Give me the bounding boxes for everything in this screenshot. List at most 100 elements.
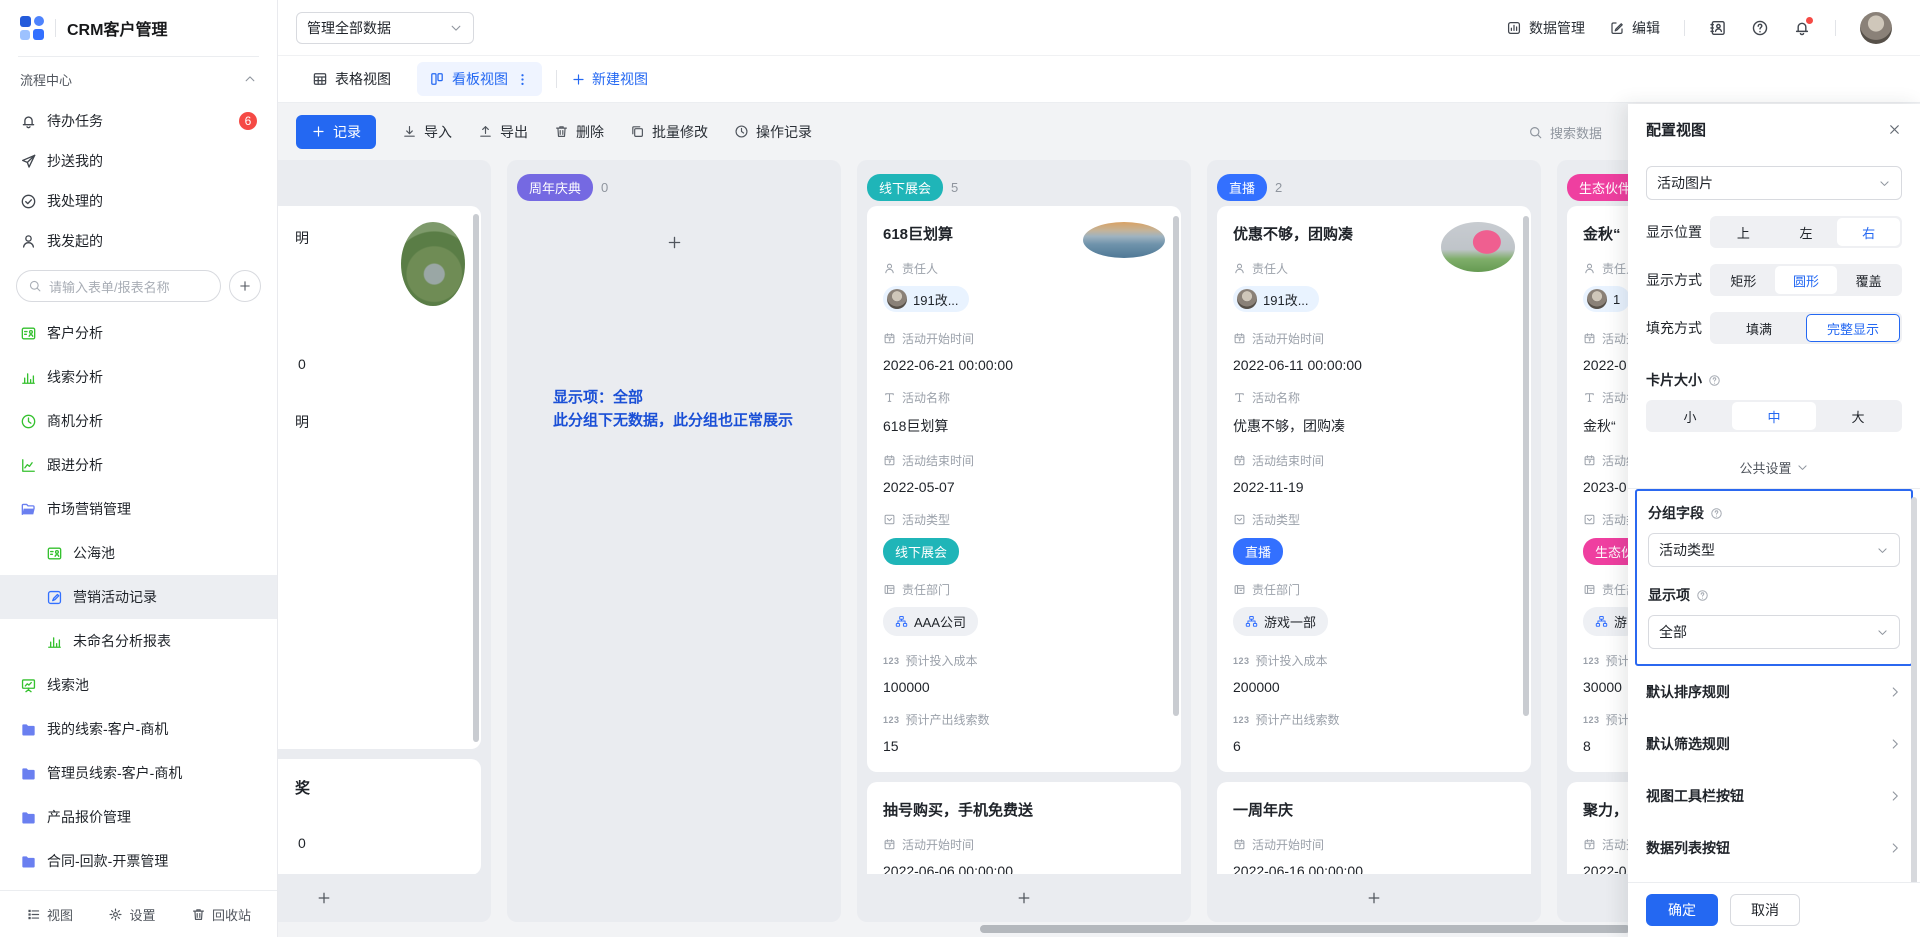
option-填满[interactable]: 填满 xyxy=(1712,314,1806,342)
data-scope-select[interactable]: 管理全部数据 xyxy=(296,12,474,44)
panel-scrollbar[interactable] xyxy=(1911,497,1917,882)
sidebar-item-客户分析[interactable]: 客户分析 xyxy=(0,311,277,355)
toolbar-导出-button[interactable]: 导出 xyxy=(478,122,528,142)
new-view-button[interactable]: 新建视图 xyxy=(571,69,648,89)
panel-nav-默认筛选规则[interactable]: 默认筛选规则 xyxy=(1646,718,1902,770)
sidebar-item-待办任务[interactable]: 待办任务6 xyxy=(0,101,277,141)
add-card-button[interactable] xyxy=(1217,874,1531,922)
sidebar-item-抄送我的[interactable]: 抄送我的 xyxy=(0,141,277,181)
sidebar-item-我处理的[interactable]: 我处理的 xyxy=(0,181,277,221)
footer-视图-button[interactable]: 视图 xyxy=(26,905,73,924)
header-actions: 数据管理 编辑 xyxy=(1506,12,1892,44)
dept-chip[interactable]: AAA公司 xyxy=(883,607,978,636)
cal-icon xyxy=(1583,332,1596,345)
header-action-数据管理[interactable]: 数据管理 xyxy=(1506,18,1585,38)
pen-icon xyxy=(46,589,63,606)
sidebar-item-产品报价管理[interactable]: 产品报价管理 xyxy=(0,795,277,839)
cancel-button[interactable]: 取消 xyxy=(1730,894,1800,926)
option-完整显示[interactable]: 完整显示 xyxy=(1806,314,1900,342)
option-矩形[interactable]: 矩形 xyxy=(1712,266,1775,294)
footer-回收站-button[interactable]: 回收站 xyxy=(191,905,251,924)
sidebar-item-市场营销管理[interactable]: 市场营销管理 xyxy=(0,487,277,531)
owner-chip[interactable]: 191改... xyxy=(1233,286,1319,312)
display-items-select[interactable]: 全部 xyxy=(1648,615,1900,649)
user-avatar[interactable] xyxy=(1860,12,1892,44)
kanban-card[interactable]: 一周年庆活动开始时间2022-06-16 00:00:00活动名称 xyxy=(1217,782,1531,874)
sidebar-item-合同-回款-开票管理[interactable]: 合同-回款-开票管理 xyxy=(0,839,277,883)
option-圆形[interactable]: 圆形 xyxy=(1775,266,1838,294)
sidebar-item-公海池[interactable]: 公海池 xyxy=(0,531,277,575)
chevron-up-icon[interactable] xyxy=(243,72,257,86)
panel-nav-默认排序规则[interactable]: 默认排序规则 xyxy=(1646,666,1902,718)
tab-kanban-view[interactable]: 看板视图 xyxy=(417,62,542,96)
tab-table-view[interactable]: 表格视图 xyxy=(300,62,403,96)
cal-icon xyxy=(883,454,896,467)
common-settings-toggle[interactable]: 公共设置 xyxy=(1646,458,1902,477)
owner-chip[interactable]: 1 xyxy=(1583,286,1630,312)
sidebar-search-input[interactable]: 请输入表单/报表名称 xyxy=(16,270,221,302)
kanban-card[interactable]: 明0明 xyxy=(278,206,481,749)
horizontal-scrollbar[interactable] xyxy=(980,925,1630,933)
option-左[interactable]: 左 xyxy=(1775,218,1838,246)
sidebar-item-未命名分析报表[interactable]: 未命名分析报表 xyxy=(0,619,277,663)
sidebar-item-商机分析[interactable]: 商机分析 xyxy=(0,399,277,443)
option-右[interactable]: 右 xyxy=(1837,218,1900,246)
notifications-button[interactable] xyxy=(1793,19,1811,37)
add-record-button[interactable]: 记录 xyxy=(296,115,376,149)
column-scrollbar[interactable] xyxy=(1173,216,1179,716)
sidebar-item-产品售后服务[interactable]: 产品售后服务 xyxy=(0,883,277,890)
add-card-button[interactable] xyxy=(517,874,831,922)
option-上[interactable]: 上 xyxy=(1712,218,1775,246)
image-field-select[interactable]: 活动图片 xyxy=(1646,166,1902,200)
kanban-card[interactable]: 抽号购买，手机免费送活动开始时间2022-06-06 00:00:00活动名称 xyxy=(867,782,1181,874)
add-card-button[interactable] xyxy=(666,234,683,252)
folder-icon xyxy=(20,853,37,870)
add-card-button[interactable] xyxy=(867,874,1181,922)
sidebar-item-营销活动记录[interactable]: 营销活动记录 xyxy=(0,575,277,619)
activity-photo xyxy=(401,222,465,306)
option-小[interactable]: 小 xyxy=(1648,402,1732,430)
sidebar-item-线索池[interactable]: 线索池 xyxy=(0,663,277,707)
sidebar-item-线索分析[interactable]: 线索分析 xyxy=(0,355,277,399)
trash-icon xyxy=(191,907,206,922)
toolbar-批量修改-button[interactable]: 批量修改 xyxy=(630,122,708,142)
column-scrollbar[interactable] xyxy=(473,214,479,742)
dept-chip[interactable]: 游戏一部 xyxy=(1233,607,1328,636)
group-field-select[interactable]: 活动类型 xyxy=(1648,533,1900,567)
chevron-down-icon xyxy=(1876,626,1889,639)
kanban-column: 明0明奖0 xyxy=(278,160,491,922)
help-icon xyxy=(1708,374,1721,387)
kebab-menu-icon[interactable] xyxy=(515,72,530,87)
kanban-card[interactable]: 618巨划算责任人191改...活动开始时间2022-06-21 00:00:0… xyxy=(867,206,1181,772)
sidebar-item-我发起的[interactable]: 我发起的 xyxy=(0,221,277,261)
sidebar-item-我的线索-客户-商机[interactable]: 我的线索-客户-商机 xyxy=(0,707,277,751)
confirm-button[interactable]: 确定 xyxy=(1646,894,1718,926)
avatar xyxy=(1237,289,1257,309)
dept-icon xyxy=(883,583,896,596)
owner-chip[interactable]: 191改... xyxy=(883,286,969,312)
option-中[interactable]: 中 xyxy=(1732,402,1816,430)
panel-nav-数据列表按钮[interactable]: 数据列表按钮 xyxy=(1646,822,1902,874)
contacts-button[interactable] xyxy=(1709,19,1727,37)
kanban-card[interactable]: 奖0 xyxy=(278,759,481,874)
toolbar-操作记录-button[interactable]: 操作记录 xyxy=(734,122,812,142)
footer-设置-button[interactable]: 设置 xyxy=(108,905,155,924)
card-size-label: 卡片大小 xyxy=(1646,370,1702,390)
close-icon[interactable] xyxy=(1887,122,1902,137)
sidebar-section-process-center[interactable]: 流程中心 xyxy=(0,57,277,101)
kanban-card[interactable]: 优惠不够，团购凑责任人191改...活动开始时间2022-06-11 00:00… xyxy=(1217,206,1531,772)
toolbar-导入-button[interactable]: 导入 xyxy=(402,122,452,142)
add-card-button[interactable] xyxy=(278,874,481,922)
help-button[interactable] xyxy=(1751,19,1769,37)
sidebar-item-跟进分析[interactable]: 跟进分析 xyxy=(0,443,277,487)
help-icon xyxy=(1751,19,1769,37)
sidebar-item-管理员线索-客户-商机[interactable]: 管理员线索-客户-商机 xyxy=(0,751,277,795)
panel-nav-视图工具栏按钮[interactable]: 视图工具栏按钮 xyxy=(1646,770,1902,822)
column-scrollbar[interactable] xyxy=(1523,216,1529,716)
add-form-button[interactable] xyxy=(229,270,261,302)
header-action-编辑[interactable]: 编辑 xyxy=(1609,18,1660,38)
toolbar-删除-button[interactable]: 删除 xyxy=(554,122,604,142)
option-覆盖[interactable]: 覆盖 xyxy=(1837,266,1900,294)
chevron-right-icon xyxy=(1888,789,1902,803)
option-大[interactable]: 大 xyxy=(1816,402,1900,430)
